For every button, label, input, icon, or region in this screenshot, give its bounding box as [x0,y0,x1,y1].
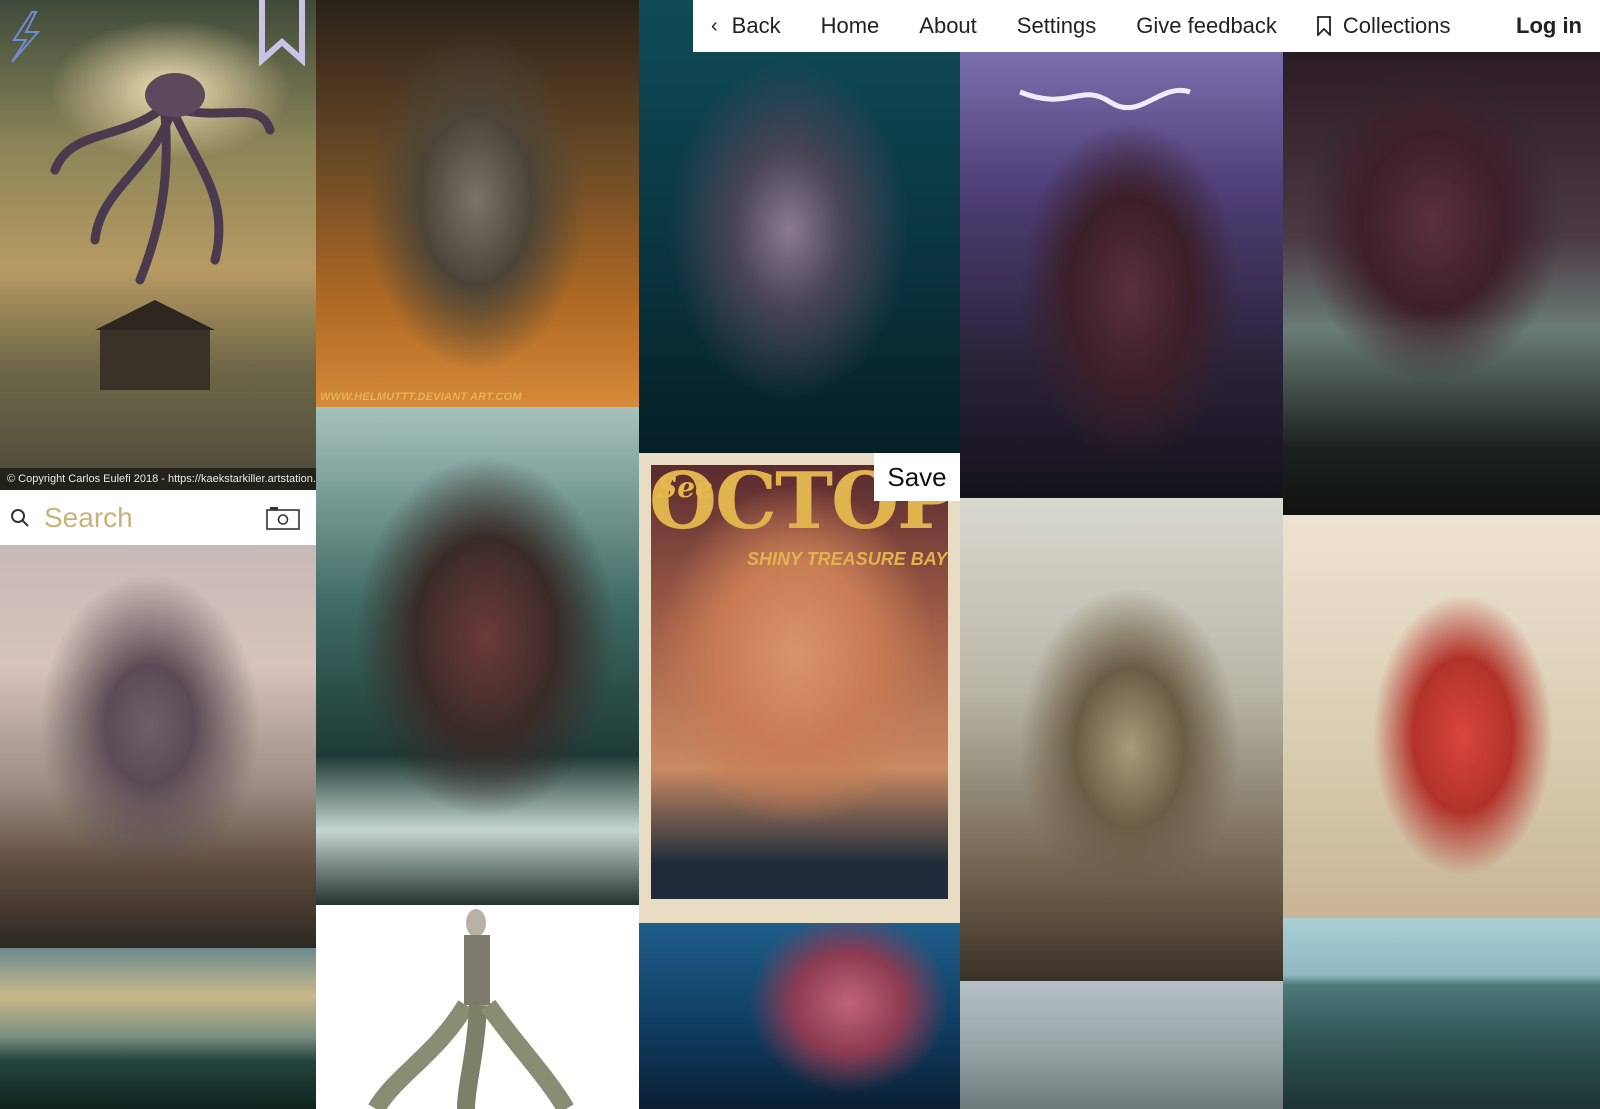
save-button[interactable]: Save [874,453,960,501]
collections-link[interactable]: Collections [1297,0,1471,52]
image-watermark: WWW.HELMUTTT.DEVIANT ART.COM [320,391,522,403]
bookmark-outline-icon [1317,16,1331,36]
image-tile-mind-flayer-warrior[interactable]: WWW.HELMUTTT.DEVIANT ART.COM [316,0,639,407]
poster-subtitle: SHINY TREASURE BAY [747,549,948,569]
image-tile-octopus-mountain[interactable] [1283,52,1600,515]
search-icon[interactable] [10,508,30,528]
top-navigation: ‹ Back Home About Settings Give feedback… [693,0,1600,52]
image-tile-tentacle-ship[interactable] [960,981,1283,1109]
image-tile-sea-monsters-boat[interactable] [1283,918,1600,1109]
image-tile-tentacle-figure[interactable] [316,905,639,1109]
artwork [368,909,574,1109]
chevron-left-icon: ‹ [711,14,718,37]
image-tile-sea-serpent-ship[interactable] [0,948,316,1109]
bookmark-icon[interactable] [258,0,306,66]
artwork [1283,918,1600,1109]
poster-see-text: See [657,471,713,504]
image-tile-see-octopus-poster[interactable]: OCTOPUS See SHINY TREASURE BAY [639,453,960,923]
back-label: Back [731,13,781,38]
artwork [1283,52,1600,515]
artwork [960,981,1283,1109]
image-tile-kraken-wave[interactable] [316,407,639,905]
artwork [0,545,316,948]
lightning-glow [1019,87,1191,111]
image-tile-red-octopus-tree[interactable] [1283,515,1600,918]
about-link[interactable]: About [899,0,997,52]
artwork [0,948,316,1109]
artwork [316,0,639,407]
login-link[interactable]: Log in [1496,0,1600,52]
artwork [639,923,960,1109]
image-tile-cthulhu-wizard[interactable] [960,52,1283,498]
artwork [639,0,960,453]
image-tile-red-octopus[interactable] [639,923,960,1109]
search-bar [0,490,316,545]
artwork [1283,515,1600,918]
artwork [316,407,639,905]
artwork [960,498,1283,981]
image-tile-octopus-over-house[interactable]: © Copyright Carlos Eulefi 2018 - https:/… [0,0,316,490]
lightning-icon [11,11,41,63]
back-link[interactable]: ‹ Back [693,0,801,52]
image-tile-cthulhu-on-rocks[interactable] [0,545,316,948]
camera-icon[interactable] [266,506,300,530]
image-tile-octopus-mermaid[interactable] [639,0,960,453]
settings-link[interactable]: Settings [997,0,1117,52]
octopus-silhouette [50,73,275,390]
search-input[interactable] [42,500,246,535]
image-caption: © Copyright Carlos Eulefi 2018 - https:/… [0,468,316,490]
collections-label: Collections [1342,13,1451,38]
feedback-link[interactable]: Give feedback [1116,0,1297,52]
image-tile-pirate-squid[interactable] [960,498,1283,981]
home-link[interactable]: Home [801,0,900,52]
